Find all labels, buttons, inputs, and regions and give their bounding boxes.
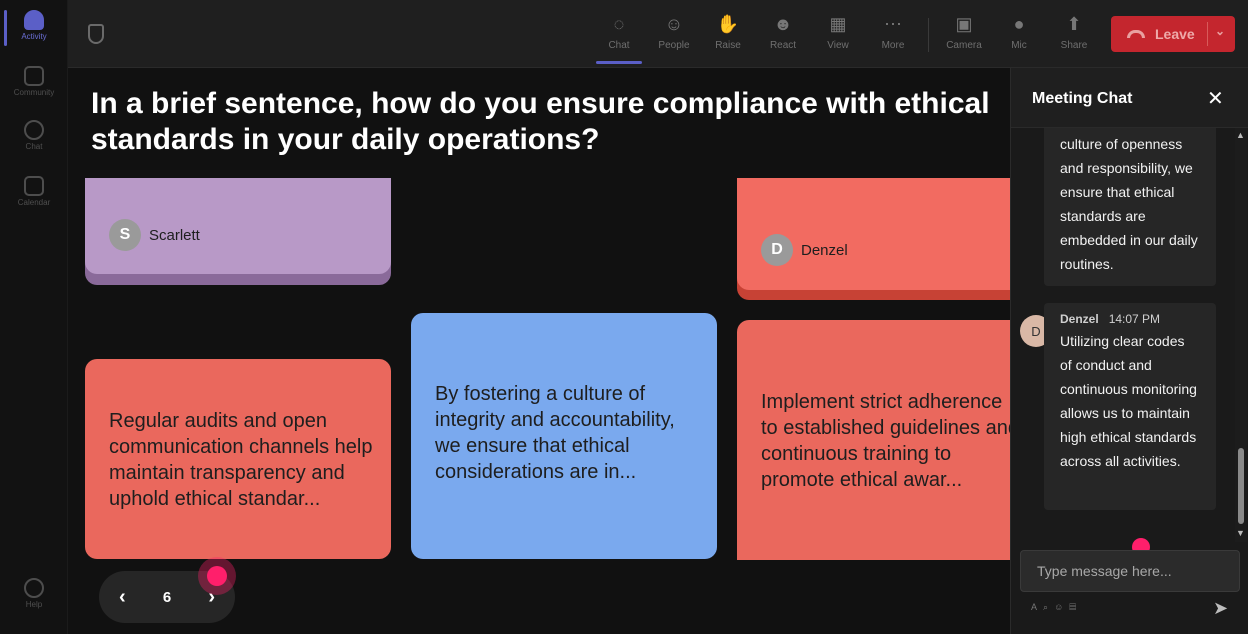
card-text-line: continuous training to: [761, 443, 952, 465]
chevron-left-icon[interactable]: ‹: [119, 586, 126, 609]
format-toolbar: A⌕☺▤: [1031, 602, 1082, 613]
avatar: D: [761, 234, 793, 266]
rail-label: Help: [25, 600, 43, 609]
calendar-icon: [24, 176, 44, 196]
input-placeholder: Type message here...: [1037, 563, 1172, 579]
response-card[interactable]: Implement strict adherence to establishe…: [737, 320, 1010, 560]
leave-button[interactable]: Leave ⌄: [1111, 16, 1235, 52]
response-card[interactable]: Regular audits and open communication ch…: [85, 359, 391, 559]
message-author: Denzel: [1060, 312, 1099, 326]
rail-label: Activity: [21, 32, 47, 41]
people-button[interactable]: ☺ People: [647, 12, 701, 51]
chat-bubble-icon: [24, 120, 44, 140]
meeting-chat-panel: Meeting Chat ✕ culture of openness and r…: [1010, 68, 1248, 634]
more-button[interactable]: ⋯ More: [866, 12, 920, 51]
react-label: React: [769, 40, 797, 51]
mic-icon: ●: [1013, 14, 1025, 34]
response-card-scarlett[interactable]: S Scarlett: [85, 178, 391, 285]
leave-divider: [1207, 22, 1208, 46]
app-rail: Activity Community Chat Calendar Help: [0, 0, 68, 634]
chat-icon: ◌: [613, 14, 625, 34]
message-text: Utilizing clear codes of conduct and con…: [1060, 333, 1197, 469]
scroll-down-arrow-icon[interactable]: ▼: [1236, 528, 1245, 538]
people-icon: ☺: [664, 14, 684, 34]
hand-icon: ✋: [716, 14, 740, 34]
card-author: D Denzel: [761, 234, 848, 266]
help-icon: [24, 578, 44, 598]
grid-icon: ▦: [829, 14, 847, 34]
phone-hangup-icon: [1127, 30, 1145, 38]
camera-off-icon: ▣: [955, 14, 973, 34]
message-text: culture of openness and responsibility, …: [1060, 136, 1198, 272]
bell-icon: [24, 10, 44, 30]
leave-label: Leave: [1155, 26, 1195, 42]
card-text: Regular audits and open communication ch…: [109, 410, 373, 510]
rail-item-community[interactable]: Community: [0, 66, 68, 97]
camera-label: Camera: [946, 40, 982, 51]
rail-label: Calendar: [17, 198, 51, 207]
toolbar-divider: [928, 18, 929, 52]
click-indicator: [207, 566, 227, 586]
meeting-toolbar: ◌ Chat ☺ People ✋ Raise ☻ React ▦ View ⋯…: [68, 0, 1248, 68]
camera-button[interactable]: ▣ Camera: [937, 12, 991, 51]
meeting-stage: In a brief sentence, how do you ensure c…: [68, 68, 1010, 634]
close-icon[interactable]: ✕: [1207, 86, 1224, 111]
author-name: Scarlett: [149, 226, 200, 244]
ellipsis-icon: ⋯: [884, 14, 902, 34]
share-label: Share: [1060, 40, 1088, 51]
chat-header: Meeting Chat ✕: [1011, 68, 1248, 128]
send-icon[interactable]: ➤: [1213, 598, 1228, 619]
share-button[interactable]: ⬆ Share: [1047, 12, 1101, 51]
card-text: By fostering a culture of integrity and …: [435, 383, 675, 483]
gif-icon[interactable]: ▤: [1069, 602, 1082, 612]
card-text-line: to established guidelines and: [761, 417, 1010, 439]
card-text-line: Implement strict adherence: [761, 391, 1003, 413]
chat-title: Meeting Chat: [1032, 90, 1133, 107]
smiley-icon: ☻: [773, 14, 793, 34]
community-icon: [24, 66, 44, 86]
message-time: 14:07 PM: [1108, 312, 1161, 326]
chat-active-underline: [596, 61, 642, 64]
chat-button[interactable]: ◌ Chat: [592, 12, 646, 51]
chat-message-input[interactable]: Type message here...: [1020, 550, 1240, 592]
shield-icon[interactable]: [88, 24, 104, 44]
question-title: In a brief sentence, how do you ensure c…: [91, 87, 990, 156]
rail-item-help[interactable]: Help: [0, 578, 68, 609]
view-button[interactable]: ▦ View: [811, 12, 865, 51]
chat-message: Denzel 14:07 PM Utilizing clear codes of …: [1044, 303, 1216, 510]
page-number: 6: [162, 588, 172, 606]
mic-button[interactable]: ● Mic: [992, 12, 1046, 51]
card-text-line: promote ethical awar...: [761, 469, 963, 491]
author-name: Denzel: [801, 241, 848, 259]
attach-icon[interactable]: ⌕: [1043, 602, 1054, 612]
chevron-down-icon[interactable]: ⌄: [1215, 24, 1225, 38]
scroll-up-arrow-icon[interactable]: ▲: [1236, 130, 1245, 140]
rail-label: Community: [13, 88, 55, 97]
more-label: More: [881, 40, 905, 51]
message-meta: Denzel 14:07 PM: [1060, 311, 1200, 327]
share-screen-icon: ⬆: [1066, 14, 1082, 34]
avatar: S: [109, 219, 141, 251]
format-icon[interactable]: A: [1031, 602, 1043, 612]
rail-label: Chat: [25, 142, 43, 151]
emoji-icon[interactable]: ☺: [1054, 602, 1069, 612]
card-text: Implement strict adherence to establishe…: [761, 389, 1010, 493]
chat-label: Chat: [608, 40, 630, 51]
rail-item-chat[interactable]: Chat: [0, 120, 68, 151]
card-author: S Scarlett: [109, 219, 200, 251]
mic-label: Mic: [1011, 40, 1027, 51]
raise-hand-button[interactable]: ✋ Raise: [701, 12, 755, 51]
chat-message: culture of openness and responsibility, …: [1044, 128, 1216, 286]
rail-item-calendar[interactable]: Calendar: [0, 176, 68, 207]
view-label: View: [827, 40, 849, 51]
rail-item-activity[interactable]: Activity: [0, 10, 68, 41]
react-button[interactable]: ☻ React: [756, 12, 810, 51]
raise-label: Raise: [715, 40, 741, 51]
response-card-denzel[interactable]: D Denzel: [737, 178, 1010, 300]
response-card[interactable]: By fostering a culture of integrity and …: [411, 313, 717, 559]
scroll-thumb[interactable]: [1238, 448, 1244, 524]
people-label: People: [658, 40, 690, 51]
chat-scrollbar[interactable]: ▲ ▼: [1235, 128, 1247, 542]
